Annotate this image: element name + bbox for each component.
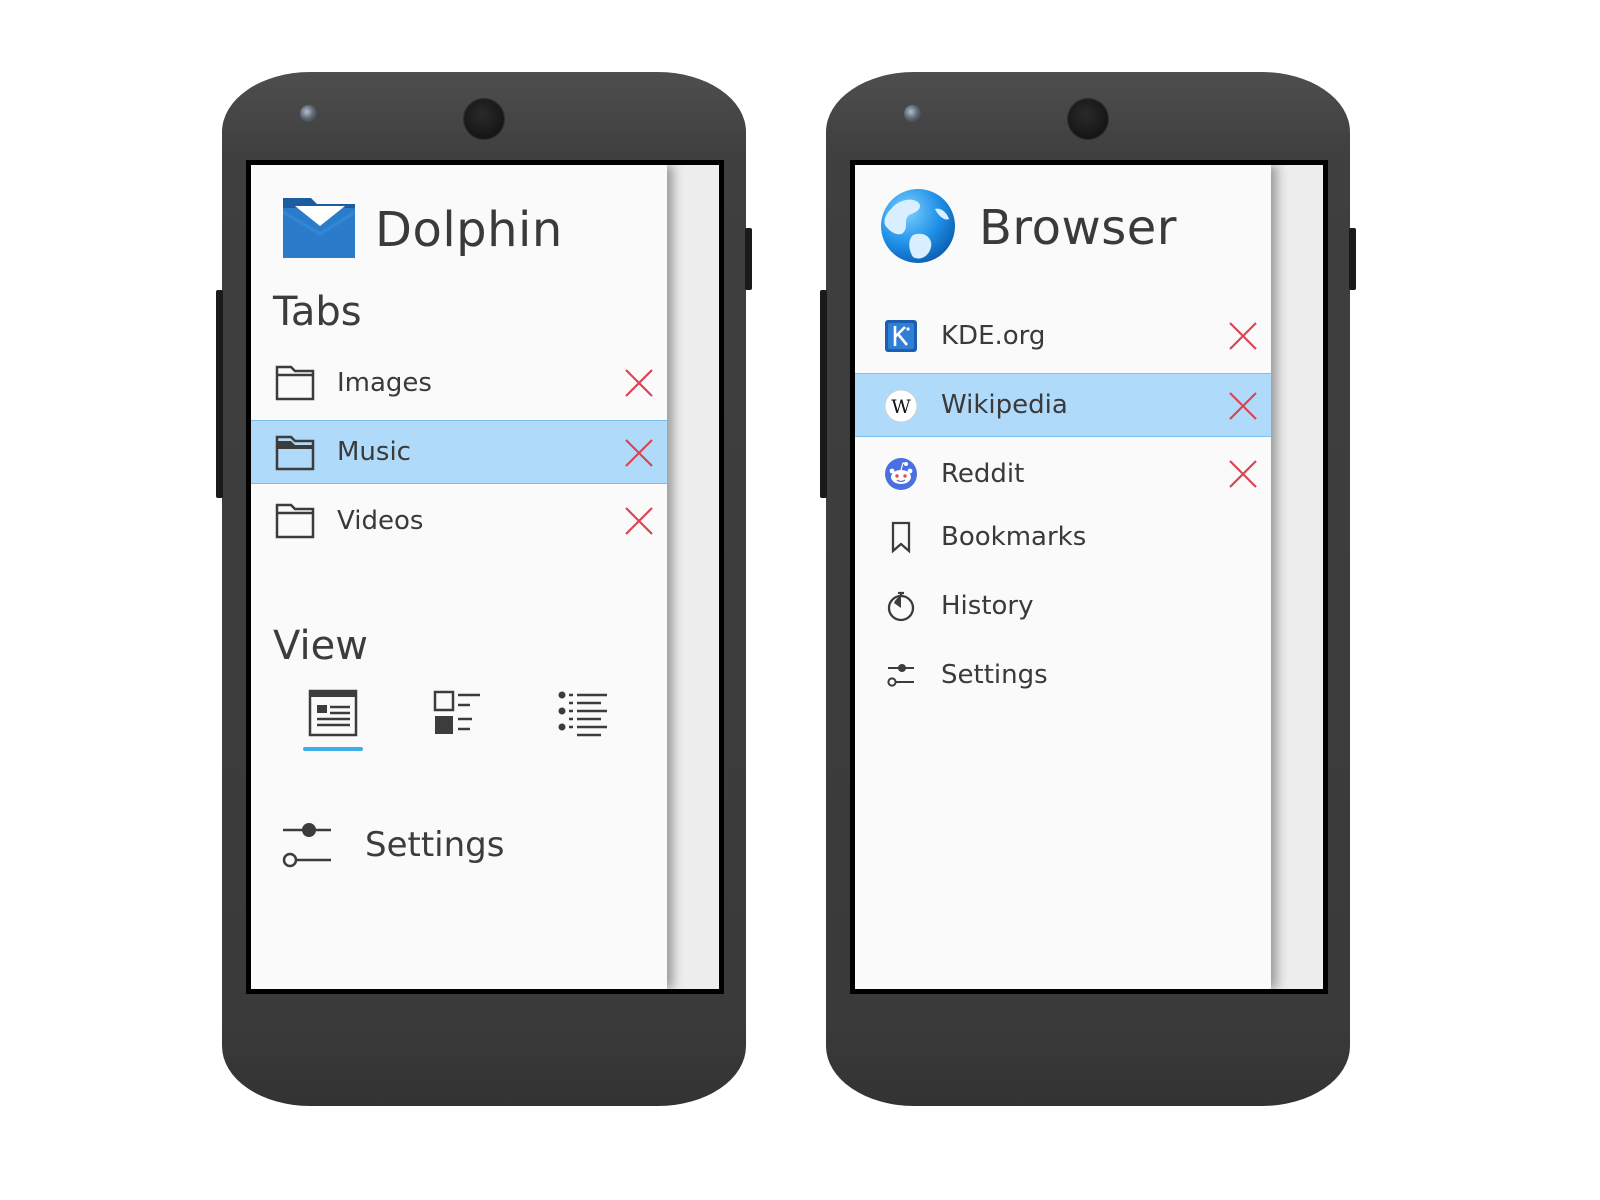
- tabs-heading: Tabs: [273, 289, 362, 335]
- tab-item-kde[interactable]: KDE.org: [855, 304, 1271, 368]
- folder-icon: [275, 365, 315, 401]
- tab-item-videos[interactable]: Videos: [251, 489, 667, 553]
- phone-frame-browser: Browser KDE.org W Wikipedia Reddit Bookm…: [820, 72, 1356, 1106]
- menu-label: Settings: [941, 660, 1048, 690]
- svg-text:W: W: [891, 396, 911, 418]
- menu-label: History: [941, 591, 1034, 621]
- dolphin-drawer: Dolphin Tabs Images Music Videos View Se…: [251, 165, 667, 989]
- tab-label: KDE.org: [941, 321, 1046, 351]
- view-mode-selector: [291, 689, 631, 759]
- tab-item-reddit[interactable]: Reddit: [855, 442, 1271, 506]
- bookmark-icon: [881, 519, 921, 555]
- reddit-icon: [881, 456, 921, 492]
- folder-icon: [275, 503, 315, 539]
- history-icon: [881, 588, 921, 624]
- view-mode-icons[interactable]: [427, 689, 487, 751]
- tab-label: Videos: [337, 506, 424, 536]
- close-icon[interactable]: [1227, 390, 1259, 422]
- wikipedia-icon: W: [881, 388, 921, 424]
- folder-icon: [275, 435, 315, 471]
- browser-header: Browser: [879, 189, 1178, 263]
- front-camera: [1068, 99, 1108, 139]
- app-title: Dolphin: [375, 202, 563, 258]
- browser-drawer: Browser KDE.org W Wikipedia Reddit Bookm…: [855, 165, 1271, 989]
- menu-item-settings[interactable]: Settings: [855, 643, 1271, 707]
- settings-label: Settings: [365, 825, 505, 865]
- power-button: [745, 228, 752, 290]
- view-heading: View: [273, 623, 368, 669]
- close-icon[interactable]: [1227, 320, 1259, 352]
- proximity-sensor: [904, 105, 921, 122]
- settings-sliders-icon: [282, 823, 331, 868]
- folder-blue-icon: [281, 196, 357, 264]
- view-mode-list[interactable]: [553, 689, 613, 751]
- tab-label: Wikipedia: [941, 390, 1068, 420]
- settings-item[interactable]: Settings: [281, 815, 504, 875]
- screen-browser: Browser KDE.org W Wikipedia Reddit Bookm…: [850, 160, 1328, 994]
- kde-logo-icon: [881, 318, 921, 354]
- tab-label: Images: [337, 368, 432, 398]
- tab-label: Reddit: [941, 459, 1025, 489]
- volume-button: [820, 290, 827, 498]
- power-button: [1349, 228, 1356, 290]
- menu-label: Bookmarks: [941, 522, 1087, 552]
- close-icon[interactable]: [623, 367, 655, 399]
- globe-icon: [879, 187, 957, 269]
- screen-dolphin: Dolphin Tabs Images Music Videos View Se…: [246, 160, 724, 994]
- menu-item-bookmarks[interactable]: Bookmarks: [855, 505, 1271, 569]
- tab-label: Music: [337, 437, 411, 467]
- volume-button: [216, 290, 223, 498]
- settings-sliders-icon: [881, 657, 921, 693]
- view-mode-details[interactable]: [303, 689, 363, 751]
- phone-frame-dolphin: Dolphin Tabs Images Music Videos View Se…: [216, 72, 752, 1106]
- view-list-tree-icon: [558, 691, 607, 737]
- close-icon[interactable]: [623, 437, 655, 469]
- close-icon[interactable]: [1227, 458, 1259, 490]
- dolphin-header: Dolphin: [281, 195, 563, 265]
- view-icons-icon: [433, 690, 480, 734]
- menu-item-history[interactable]: History: [855, 574, 1271, 638]
- close-icon[interactable]: [623, 505, 655, 537]
- front-camera: [464, 99, 504, 139]
- view-details-icon: [308, 689, 358, 737]
- app-title: Browser: [979, 200, 1178, 256]
- proximity-sensor: [300, 105, 317, 122]
- tab-item-wikipedia[interactable]: W Wikipedia: [855, 373, 1271, 437]
- tab-item-images[interactable]: Images: [251, 351, 667, 415]
- tab-item-music[interactable]: Music: [251, 420, 667, 484]
